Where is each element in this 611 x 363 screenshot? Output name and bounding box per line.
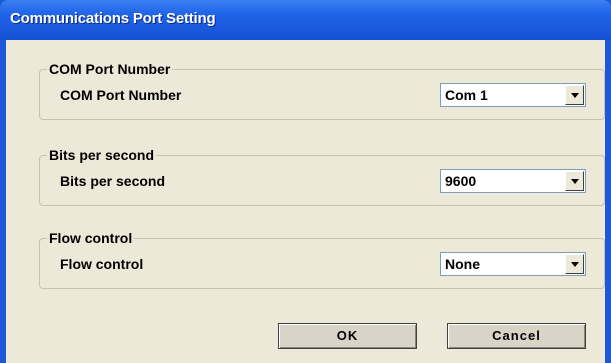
flow-control-group-title: Flow control <box>47 230 135 246</box>
com-port-select[interactable]: Com 1 <box>440 83 586 107</box>
com-port-value: Com 1 <box>445 87 488 103</box>
chevron-down-icon[interactable] <box>565 254 584 274</box>
chevron-down-icon[interactable] <box>565 85 584 105</box>
dialog-window: Communications Port Setting COM Port Num… <box>0 0 611 363</box>
flow-control-select[interactable]: None <box>440 252 586 276</box>
bits-per-second-group: Bits per second Bits per second 9600 <box>39 147 605 206</box>
window-title: Communications Port Setting <box>10 10 216 27</box>
com-port-group-title: COM Port Number <box>47 61 173 77</box>
chevron-down-icon[interactable] <box>565 171 584 191</box>
dialog-body: COM Port Number COM Port Number Com 1 Bi… <box>6 40 605 363</box>
cancel-button[interactable]: Cancel <box>447 323 586 349</box>
bits-per-second-value: 9600 <box>445 173 477 189</box>
title-bar[interactable]: Communications Port Setting <box>0 0 611 40</box>
flow-control-value: None <box>445 256 480 272</box>
ok-button[interactable]: OK <box>278 323 417 349</box>
flow-control-group: Flow control Flow control None <box>39 230 605 289</box>
flow-control-label: Flow control <box>60 256 144 272</box>
bits-per-second-label: Bits per second <box>60 173 166 189</box>
bits-per-second-select[interactable]: 9600 <box>440 169 586 193</box>
com-port-group: COM Port Number COM Port Number Com 1 <box>39 61 605 120</box>
com-port-label: COM Port Number <box>60 87 182 103</box>
bits-per-second-group-title: Bits per second <box>47 147 157 163</box>
